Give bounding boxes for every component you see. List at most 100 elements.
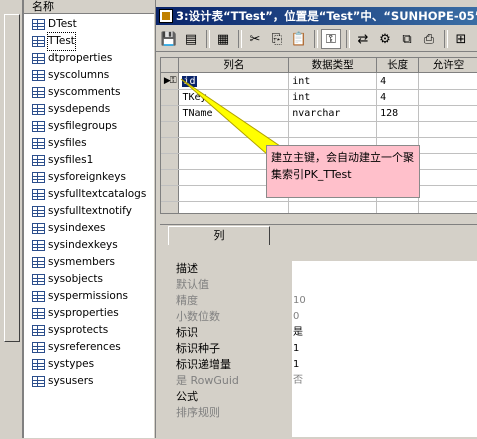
tab-column[interactable]: 列: [168, 226, 270, 245]
insert-column-icon[interactable]: ⊞: [451, 29, 471, 49]
table-row[interactable]: ▶⚿ id int 4: [161, 72, 477, 90]
property-row[interactable]: 标识递增量 1: [176, 357, 306, 373]
data-type-cell-text: int: [292, 75, 311, 87]
property-row[interactable]: 精度 10: [176, 293, 306, 309]
allow-nulls-cell[interactable]: [418, 72, 477, 90]
allow-nulls-cell[interactable]: [418, 185, 477, 202]
property-row[interactable]: 默认值: [176, 277, 306, 293]
property-row[interactable]: 描述: [176, 261, 306, 277]
list-item[interactable]: syscomments: [24, 84, 154, 101]
length-cell[interactable]: [376, 121, 420, 138]
data-type-header[interactable]: 数据类型: [288, 58, 378, 73]
properties-icon[interactable]: ▤: [181, 29, 201, 49]
copy-icon[interactable]: ⎘: [267, 29, 287, 49]
column-name-cell[interactable]: TName: [178, 105, 290, 122]
property-value[interactable]: 0: [293, 309, 299, 325]
insert-rows-icon[interactable]: ▦: [213, 29, 233, 49]
list-item[interactable]: systypes: [24, 356, 154, 373]
allow-nulls-cell[interactable]: [418, 89, 477, 106]
allow-nulls-cell[interactable]: [418, 169, 477, 186]
list-item[interactable]: TTest: [24, 32, 154, 51]
list-item[interactable]: sysusers: [24, 373, 154, 390]
scrollbar-thumb[interactable]: [4, 14, 20, 342]
list-item[interactable]: sysindexes: [24, 220, 154, 237]
property-value[interactable]: 是: [293, 325, 303, 341]
property-row[interactable]: 排序规则: [176, 405, 306, 421]
generate-script-icon[interactable]: ⎙: [419, 29, 439, 49]
row-selector[interactable]: [161, 169, 180, 186]
column-name-cell[interactable]: [178, 121, 290, 138]
property-value[interactable]: 1: [293, 357, 299, 373]
length-cell[interactable]: [376, 201, 420, 213]
list-item[interactable]: DTest: [24, 16, 154, 33]
allow-nulls-cell[interactable]: [418, 105, 477, 122]
table-row[interactable]: [161, 201, 477, 213]
table-row[interactable]: TKey int 4: [161, 89, 477, 106]
data-type-cell[interactable]: int: [288, 89, 378, 106]
allow-nulls-cell[interactable]: [418, 201, 477, 213]
property-values-area[interactable]: [292, 261, 477, 437]
property-row[interactable]: 小数位数 0: [176, 309, 306, 325]
list-item[interactable]: sysfilegroups: [24, 118, 154, 135]
list-item[interactable]: sysdepends: [24, 101, 154, 118]
data-type-cell[interactable]: int: [288, 72, 378, 90]
length-cell[interactable]: 4: [376, 72, 420, 90]
left-pane-scrollbar[interactable]: [0, 0, 23, 438]
table-row[interactable]: TName nvarchar 128: [161, 105, 477, 122]
list-item[interactable]: sysprotects: [24, 322, 154, 339]
data-type-cell[interactable]: nvarchar: [288, 105, 378, 122]
column-name-cell[interactable]: TKey: [178, 89, 290, 106]
table-row[interactable]: [161, 121, 477, 138]
data-type-cell[interactable]: [288, 201, 378, 213]
property-value[interactable]: 否: [293, 373, 303, 389]
length-cell[interactable]: 4: [376, 89, 420, 106]
list-item[interactable]: dtproperties: [24, 50, 154, 67]
row-selector[interactable]: [161, 105, 180, 122]
length-cell[interactable]: 128: [376, 105, 420, 122]
row-selector[interactable]: [161, 185, 180, 202]
list-item[interactable]: sysfulltextnotify: [24, 203, 154, 220]
list-item[interactable]: sysproperties: [24, 305, 154, 322]
property-value[interactable]: 1: [293, 341, 299, 357]
list-item[interactable]: sysforeignkeys: [24, 169, 154, 186]
list-item[interactable]: sysreferences: [24, 339, 154, 356]
save-icon[interactable]: 💾: [159, 29, 179, 49]
list-item[interactable]: sysfiles: [24, 135, 154, 152]
manage-relationships-icon[interactable]: ⇄: [353, 29, 373, 49]
cut-icon[interactable]: ✂: [245, 29, 265, 49]
set-primary-key-icon[interactable]: ⚿: [321, 29, 341, 49]
property-row[interactable]: 标识 是: [176, 325, 306, 341]
data-type-cell[interactable]: [288, 121, 378, 138]
column-name-header[interactable]: 列名: [178, 58, 290, 73]
list-item[interactable]: sysfulltextcatalogs: [24, 186, 154, 203]
manage-indexes-icon[interactable]: ⚙: [375, 29, 395, 49]
property-value[interactable]: 10: [293, 293, 306, 309]
list-item[interactable]: sysfiles1: [24, 152, 154, 169]
allow-nulls-cell[interactable]: [418, 137, 477, 154]
row-selector[interactable]: [161, 137, 180, 154]
manage-constraints-icon[interactable]: ⧉: [397, 29, 417, 49]
name-column-header[interactable]: 名称: [24, 0, 154, 14]
column-name-cell[interactable]: [178, 201, 290, 213]
property-row[interactable]: 标识种子 1: [176, 341, 306, 357]
allow-nulls-header[interactable]: 允许空: [418, 58, 477, 73]
row-selector[interactable]: ▶⚿: [161, 72, 180, 90]
property-row[interactable]: 是 RowGuid 否: [176, 373, 306, 389]
paste-icon[interactable]: 📋: [289, 29, 309, 49]
list-item[interactable]: syspermissions: [24, 288, 154, 305]
table-icon: [32, 291, 45, 302]
allow-nulls-cell[interactable]: [418, 153, 477, 170]
list-item[interactable]: sysobjects: [24, 271, 154, 288]
allow-nulls-cell[interactable]: [418, 121, 477, 138]
property-row[interactable]: 公式: [176, 389, 306, 405]
row-selector[interactable]: [161, 121, 180, 138]
list-item[interactable]: sysindexkeys: [24, 237, 154, 254]
list-item[interactable]: sysmembers: [24, 254, 154, 271]
length-header[interactable]: 长度: [376, 58, 420, 73]
column-name-cell[interactable]: id: [178, 72, 290, 90]
row-selector[interactable]: [161, 153, 180, 170]
window-title-bar[interactable]: 3:设计表“TTest”，位置是“Test”中、“SUNHOPE-05”上: [156, 7, 477, 25]
row-selector[interactable]: [161, 89, 180, 106]
row-selector[interactable]: [161, 201, 180, 213]
list-item[interactable]: syscolumns: [24, 67, 154, 84]
